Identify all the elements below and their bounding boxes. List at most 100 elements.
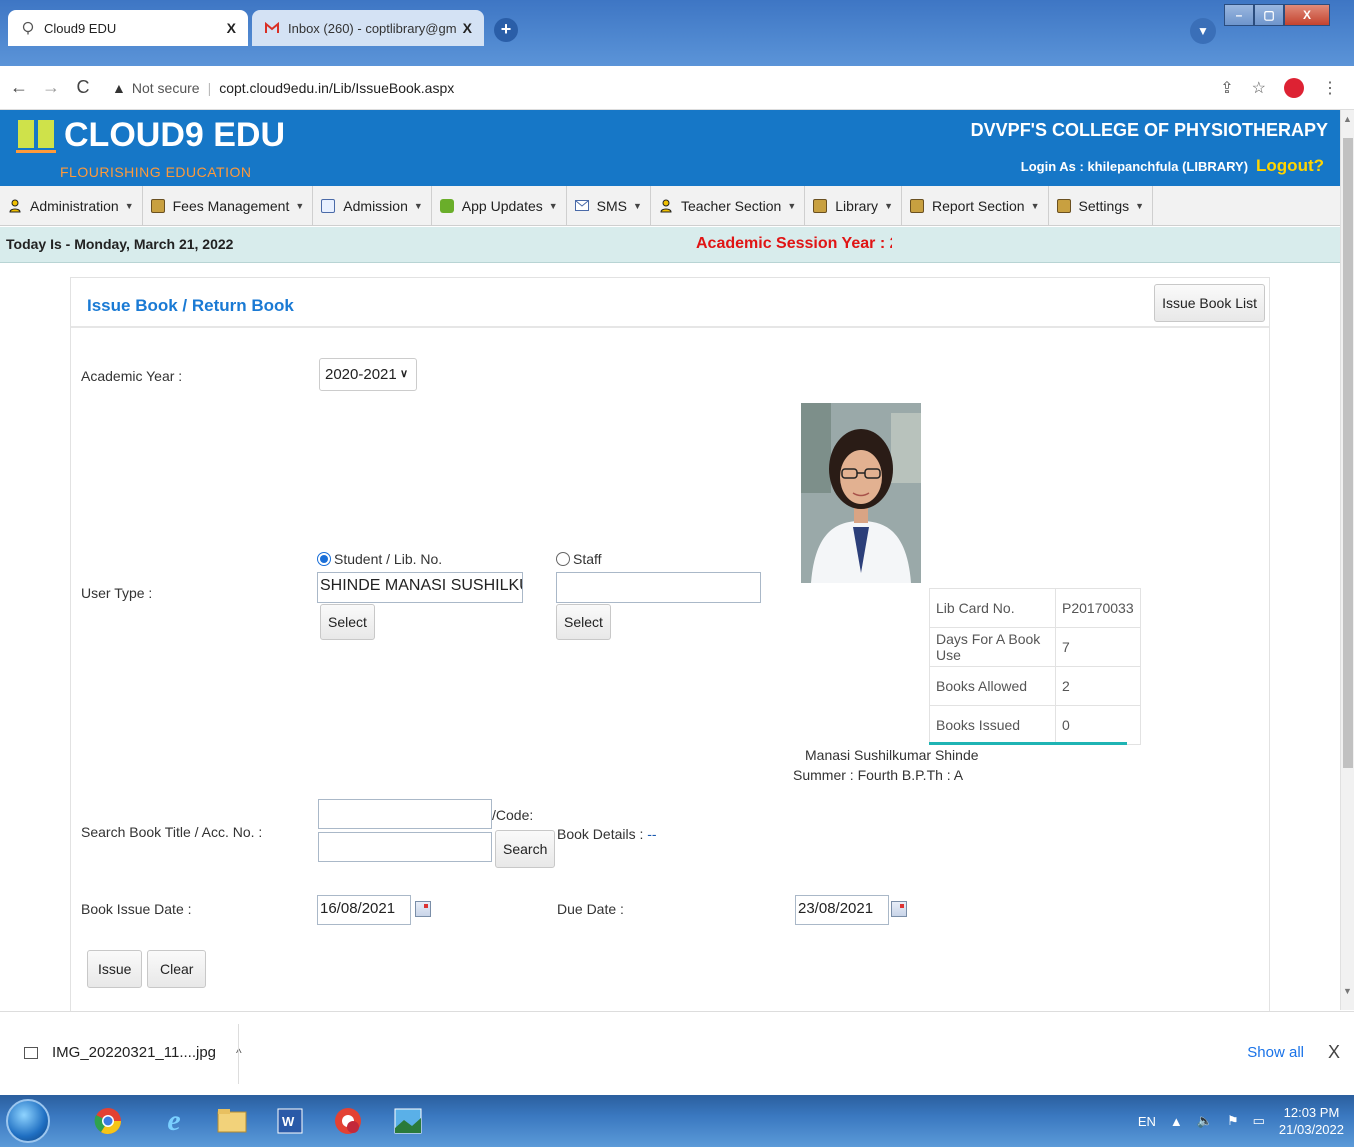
calendar-icon[interactable]	[891, 901, 907, 917]
panel-header: Issue Book / Return Book Issue Book List	[71, 278, 1269, 328]
menu-label: Admission	[343, 197, 408, 214]
tab-close-icon[interactable]: X	[227, 20, 236, 36]
photo-viewer-icon[interactable]	[380, 1099, 436, 1143]
table-row: Lib Card No. P20170033	[929, 588, 1141, 628]
issue-date-input[interactable]: 16/08/2021	[317, 895, 411, 925]
student-info-table: Lib Card No. P20170033 Days For A Book Us…	[929, 588, 1141, 745]
book-title-input[interactable]	[318, 799, 492, 829]
kebab-menu-icon[interactable]: ⋮	[1322, 78, 1338, 98]
download-item[interactable]: IMG_20220321_11....jpg ^	[24, 1044, 242, 1061]
select-student-button[interactable]: Select	[320, 604, 375, 640]
staff-input[interactable]	[556, 572, 761, 603]
student-class: Summer : Fourth B.P.Th : A	[793, 767, 964, 783]
select-staff-button[interactable]: Select	[556, 604, 611, 640]
book-icon	[813, 198, 828, 213]
logout-link[interactable]: Logout?	[1256, 156, 1324, 176]
mail-icon	[574, 199, 589, 213]
tab-search-icon[interactable]: ▼	[1190, 18, 1216, 44]
book-details-value: --	[647, 826, 657, 842]
file-explorer-icon[interactable]	[204, 1099, 260, 1143]
clear-button[interactable]: Clear	[147, 950, 207, 988]
share-icon[interactable]: ⇪	[1220, 78, 1233, 98]
menu-label: Settings	[1078, 197, 1130, 214]
menu-label: App Updates	[461, 197, 543, 214]
tab-close-icon[interactable]: X	[463, 20, 472, 36]
svg-text:W: W	[282, 1114, 295, 1129]
clock[interactable]: 12:03 PM 21/03/2022	[1279, 1104, 1344, 1138]
show-hidden-icons-icon[interactable]: ▲	[1170, 1114, 1183, 1129]
scroll-thumb[interactable]	[1343, 138, 1353, 768]
divider: |	[207, 79, 212, 96]
tab-gmail[interactable]: Inbox (260) - coptlibrary@gmail.c X	[252, 10, 484, 46]
chevron-down-icon: ∨	[399, 368, 408, 380]
new-tab-button[interactable]: +	[494, 18, 518, 42]
menu-library[interactable]: Library ▼	[805, 185, 902, 226]
back-icon[interactable]: ←	[6, 77, 32, 98]
academic-year-select[interactable]: 2020-2021 ∨	[319, 358, 417, 391]
issue-book-list-button[interactable]: Issue Book List	[1154, 284, 1265, 322]
maximize-icon[interactable]: ▢	[1254, 4, 1284, 26]
menu-label: Fees Management	[172, 197, 290, 214]
browser-actions: ⇪ ☆ ⋮	[1220, 78, 1338, 98]
student-photo	[801, 403, 921, 583]
menu-sms[interactable]: SMS ▼	[567, 185, 651, 226]
menu-admission[interactable]: Admission ▼	[313, 185, 432, 226]
student-radio[interactable]: Student / Lib. No.	[317, 551, 442, 567]
minimize-icon[interactable]: –	[1224, 4, 1254, 26]
due-date-input[interactable]: 23/08/2021	[795, 895, 889, 925]
network-icon[interactable]: ▭	[1253, 1113, 1265, 1129]
tab-cloud9[interactable]: Cloud9 EDU X	[8, 10, 248, 46]
college-name: DVVPF'S COLLEGE OF PHYSIOTHERAPY	[970, 120, 1328, 140]
login-as: Login As : khilepanchfula (LIBRARY)	[1020, 159, 1249, 174]
info-value: 0	[1055, 705, 1141, 745]
word-icon[interactable]: W	[262, 1099, 318, 1143]
page-title: Issue Book / Return Book	[87, 296, 294, 315]
table-row: Books Allowed 2	[929, 666, 1141, 706]
flag-icon[interactable]: ⚑	[1227, 1113, 1239, 1129]
chrome-icon[interactable]	[80, 1099, 136, 1143]
code-label: /Code:	[492, 807, 534, 823]
close-window-icon[interactable]: X	[1284, 4, 1330, 26]
menu-teacher-section[interactable]: Teacher Section ▼	[651, 185, 806, 226]
person-icon	[8, 199, 22, 213]
menu-settings[interactable]: Settings ▼	[1049, 185, 1154, 226]
staff-radio[interactable]: Staff	[556, 551, 602, 567]
bookmark-star-icon[interactable]: ☆	[1252, 78, 1266, 98]
due-date-label: Due Date :	[557, 901, 624, 917]
issue-button[interactable]: Issue	[87, 950, 143, 988]
menu-app-updates[interactable]: App Updates ▼	[432, 185, 567, 226]
profile-avatar[interactable]	[1284, 78, 1304, 98]
book-icon	[150, 198, 165, 213]
show-all-link[interactable]: Show all	[1247, 1044, 1304, 1061]
menu-report-section[interactable]: Report Section ▼	[902, 185, 1049, 226]
student-lib-input[interactable]: SHINDE MANASI SUSHILKUMAR	[317, 572, 523, 603]
internet-explorer-icon[interactable]: e	[146, 1099, 202, 1143]
chrome-profile-icon[interactable]	[320, 1099, 376, 1143]
book-code-input[interactable]	[318, 832, 492, 862]
menu-fees-management[interactable]: Fees Management ▼	[143, 185, 314, 226]
radio-unchecked-icon	[556, 552, 570, 566]
reload-icon[interactable]: C	[70, 77, 96, 98]
language-indicator[interactable]: EN	[1138, 1114, 1156, 1129]
calendar-icon[interactable]	[415, 901, 431, 917]
volume-icon[interactable]: 🔈	[1197, 1113, 1213, 1129]
omnibox[interactable]: ▲ Not secure | copt.cloud9edu.in/Lib/Iss…	[112, 80, 454, 96]
forward-icon[interactable]: →	[38, 77, 64, 98]
close-icon[interactable]: X	[1328, 1042, 1340, 1063]
search-button[interactable]: Search	[495, 830, 556, 868]
book-icon	[1056, 198, 1071, 213]
menu-administration[interactable]: Administration ▼	[0, 185, 143, 226]
login-info: Login As : khilepanchfula (LIBRARY) Logo…	[1021, 156, 1324, 176]
divider	[238, 1024, 239, 1084]
start-button[interactable]	[6, 1099, 50, 1143]
clock-date: 21/03/2022	[1278, 1122, 1344, 1137]
logo-tagline: FLOURISHING EDUCATION	[60, 164, 252, 180]
staff-radio-label: Staff	[573, 551, 602, 567]
student-name: Manasi Sushilkumar Shinde	[805, 747, 979, 763]
info-key: Days For A Book Use	[929, 627, 1056, 667]
scroll-down-icon[interactable]: ▼	[1343, 986, 1352, 996]
scroll-up-icon[interactable]: ▲	[1343, 114, 1352, 124]
image-file-icon	[24, 1046, 38, 1059]
site-logo[interactable]: CLOUD9 EDU	[16, 116, 285, 154]
page-scrollbar[interactable]: ▲ ▼	[1340, 110, 1354, 1010]
